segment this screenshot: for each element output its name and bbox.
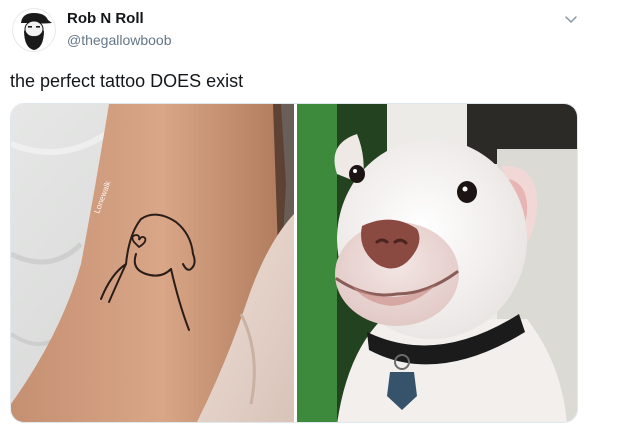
smiling-dog-photo[interactable] (297, 104, 577, 422)
tattoo-arm-photo[interactable]: Lonewalk (11, 104, 294, 422)
tweet-media[interactable]: Lonewalk (10, 103, 578, 423)
tweet-header: Rob N Roll @thegallowboob (67, 10, 172, 50)
display-name[interactable]: Rob N Roll (67, 10, 172, 28)
tweet-text: the perfect tattoo DOES exist (10, 71, 244, 91)
user-handle[interactable]: @thegallowboob (67, 30, 172, 50)
bearded-avatar-icon (12, 8, 56, 52)
avatar[interactable] (12, 8, 56, 52)
tweet-card: Rob N Roll @thegallowboob the perfect ta… (0, 0, 618, 439)
more-menu-button[interactable] (562, 10, 580, 28)
chevron-down-icon (565, 16, 577, 23)
